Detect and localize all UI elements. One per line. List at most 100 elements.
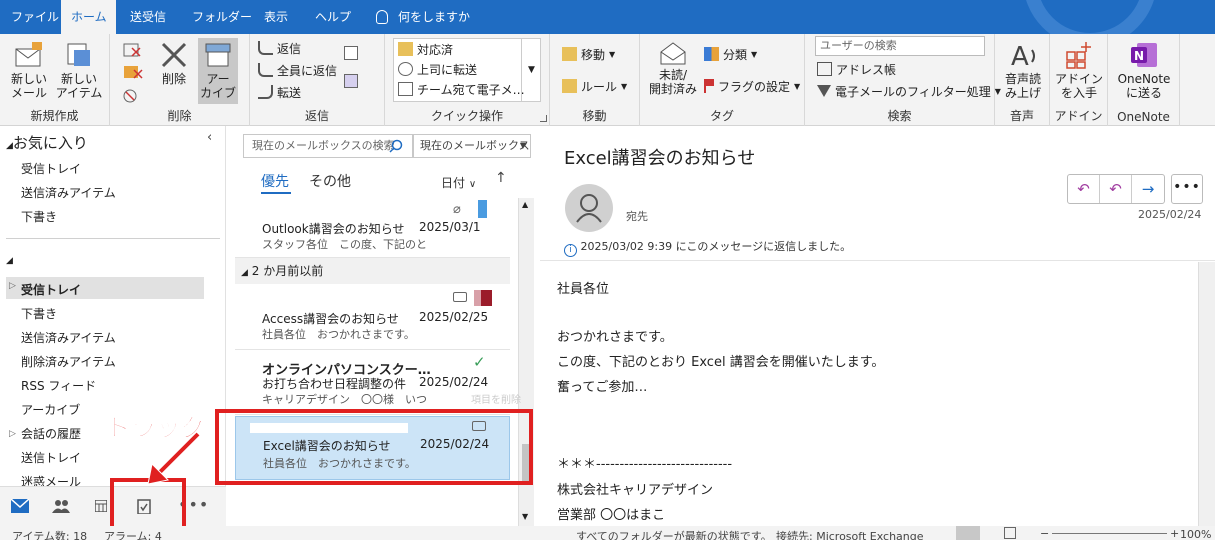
- favorite-drafts[interactable]: 下書き: [21, 208, 57, 225]
- new-items-button[interactable]: 新しい アイテム: [54, 40, 104, 100]
- more-respond-icon[interactable]: [344, 74, 358, 88]
- message-item[interactable]: オンラインパソコンスクー… お打ち合わせ日程調整の件 キャリアデザイン 〇〇様 …: [235, 351, 521, 415]
- scroll-up-icon[interactable]: ▲: [522, 200, 528, 209]
- search-icon[interactable]: [389, 139, 403, 153]
- folder-rss[interactable]: RSS フィード: [21, 377, 96, 394]
- svg-text:N: N: [1134, 49, 1144, 63]
- people-icon[interactable]: [52, 499, 70, 513]
- category-color-icon: [474, 290, 492, 306]
- filter-email-button[interactable]: 電子メールのフィルター処理 ▼: [817, 81, 1001, 101]
- meeting-reply-icon[interactable]: [344, 46, 358, 60]
- reply-icon[interactable]: ↶: [1068, 175, 1100, 203]
- collapse-pane-icon[interactable]: ‹: [207, 130, 212, 145]
- quick-step-item[interactable]: 対応済: [398, 39, 453, 59]
- favorite-sent-items[interactable]: 送信済みアイテム: [21, 184, 116, 201]
- replied-envelope-icon: [453, 292, 467, 302]
- delete-item-hint[interactable]: 項目を削除: [471, 391, 521, 406]
- tell-me-search[interactable]: 何をしますか: [366, 0, 480, 34]
- get-addins-button[interactable]: アドイン を入手: [1055, 40, 1103, 100]
- reading-pane-scrollbar[interactable]: [1198, 262, 1215, 526]
- delete-button[interactable]: 削除: [156, 40, 192, 86]
- folder-outbox[interactable]: 送信トレイ: [21, 449, 81, 466]
- tab-focused[interactable]: 優先: [261, 171, 289, 191]
- rules-button[interactable]: ルール ▼: [562, 76, 627, 96]
- folder-conversation-history[interactable]: 会話の履歴: [21, 425, 81, 442]
- send-to-onenote-button[interactable]: N OneNote に送る: [1114, 40, 1174, 100]
- zoom-slider[interactable]: [1052, 533, 1167, 534]
- more-actions-icon[interactable]: •••: [1171, 174, 1203, 204]
- move-folder-icon: [562, 47, 577, 61]
- read-aloud-button[interactable]: A 音声読 み上げ: [999, 40, 1047, 100]
- search-scope-dropdown[interactable]: 現在のメールボックス ▼: [413, 134, 531, 158]
- tab-view[interactable]: 表示: [254, 0, 298, 34]
- tab-send-receive[interactable]: 送受信: [120, 0, 176, 34]
- group-header[interactable]: ◢ 2 か月前以前: [235, 258, 510, 284]
- reply-all-button[interactable]: 全員に返信: [258, 60, 337, 80]
- quick-step-item[interactable]: チーム宛て電子メ…: [398, 79, 525, 99]
- group-label-delete: 削除: [167, 109, 192, 123]
- mail-icon[interactable]: [11, 499, 29, 513]
- message-item[interactable]: Outlook講習会のお知らせ スタッフ各位 この度、下記のと 2025/03/…: [235, 200, 510, 258]
- message-date: 2025/03/1: [419, 220, 481, 234]
- zoom-out-icon[interactable]: −: [1040, 527, 1049, 540]
- zoom-level[interactable]: 100%: [1180, 528, 1211, 540]
- folder-archive[interactable]: アーカイブ: [21, 401, 80, 418]
- reminder-count[interactable]: アラーム: 4: [104, 528, 162, 540]
- group-label-move: 移動: [582, 109, 607, 123]
- forward-icon[interactable]: →: [1132, 175, 1164, 203]
- group-quick-steps: 対応済 上司に転送 チーム宛て電子メ… ▼ クイック操作: [385, 34, 550, 126]
- message-date: 2025/02/25: [419, 310, 489, 324]
- message-preview: 社員各位 おつかれさまです。: [262, 328, 415, 341]
- quick-steps-more[interactable]: ▼: [521, 38, 541, 102]
- expand-arrow-icon[interactable]: ▷: [9, 281, 16, 291]
- addins-grid-icon: [1066, 42, 1091, 69]
- expand-arrow-icon[interactable]: ▷: [9, 429, 16, 439]
- search-mailbox-input[interactable]: 現在のメールボックスの検索: [243, 134, 413, 158]
- folder-inbox[interactable]: 受信トレイ: [21, 281, 81, 298]
- reply-button[interactable]: 返信: [258, 38, 301, 58]
- address-book-button[interactable]: アドレス帳: [817, 59, 896, 79]
- folder-drafts[interactable]: 下書き: [21, 305, 57, 322]
- move-button[interactable]: 移動 ▼: [562, 44, 615, 64]
- check-mark-icon: ✓: [473, 353, 486, 371]
- sort-direction-icon[interactable]: ↑: [495, 170, 507, 186]
- favorite-inbox[interactable]: 受信トレイ: [21, 160, 81, 177]
- folder-sent-items[interactable]: 送信済みアイテム: [21, 329, 116, 346]
- reply-all-icon[interactable]: ↶: [1100, 175, 1132, 203]
- group-label-find: 検索: [887, 109, 912, 123]
- folder-junk[interactable]: 迷惑メール: [21, 473, 81, 486]
- tab-other[interactable]: その他: [309, 171, 351, 191]
- group-label-addins: アドイン: [1054, 109, 1103, 123]
- zoom-in-icon[interactable]: +: [1170, 527, 1179, 540]
- favorites-header[interactable]: ◢お気に入り: [6, 132, 88, 153]
- forward-button[interactable]: 転送: [258, 82, 301, 102]
- tab-folder[interactable]: フォルダー: [182, 0, 262, 34]
- archive-button[interactable]: アー カイブ: [198, 38, 238, 104]
- follow-up-flag-button[interactable]: フラグの設定 ▼: [704, 76, 800, 96]
- reply-icon: [258, 41, 273, 55]
- tab-file[interactable]: ファイル: [1, 0, 69, 34]
- funnel-icon: [817, 85, 831, 97]
- unread-read-button[interactable]: 未読/ 開封済み: [648, 40, 698, 96]
- message-date: 2025/02/24: [1138, 208, 1202, 221]
- cleanup-tools[interactable]: [118, 40, 146, 113]
- account-header[interactable]: ◢: [6, 250, 206, 272]
- message-item[interactable]: Access講習会のお知らせ 社員各位 おつかれさまです。 2025/02/25: [235, 286, 510, 350]
- categorize-button[interactable]: 分類 ▼: [704, 44, 757, 64]
- body-line: おつかれさまです。: [557, 330, 673, 345]
- calendar-icon[interactable]: [95, 500, 107, 512]
- tab-help[interactable]: ヘルプ: [305, 0, 361, 34]
- dialog-launcher-icon[interactable]: [540, 115, 547, 122]
- reading-view-icon[interactable]: [1004, 527, 1016, 539]
- tab-home[interactable]: ホーム: [61, 0, 116, 34]
- avatar[interactable]: [565, 184, 613, 232]
- sort-by-date[interactable]: 日付 ∨: [441, 174, 476, 191]
- folder-deleted-items[interactable]: 削除済みアイテム: [21, 353, 116, 370]
- body-line: 株式会社キャリアデザイン: [557, 483, 714, 498]
- group-label-tags: タグ: [709, 109, 734, 123]
- new-mail-button[interactable]: 新しい メール: [8, 40, 50, 100]
- scroll-down-icon[interactable]: ▼: [522, 512, 528, 521]
- normal-view-icon[interactable]: [956, 526, 980, 540]
- quick-step-item[interactable]: 上司に転送: [398, 59, 477, 79]
- search-people-input[interactable]: ユーザーの検索: [815, 36, 985, 56]
